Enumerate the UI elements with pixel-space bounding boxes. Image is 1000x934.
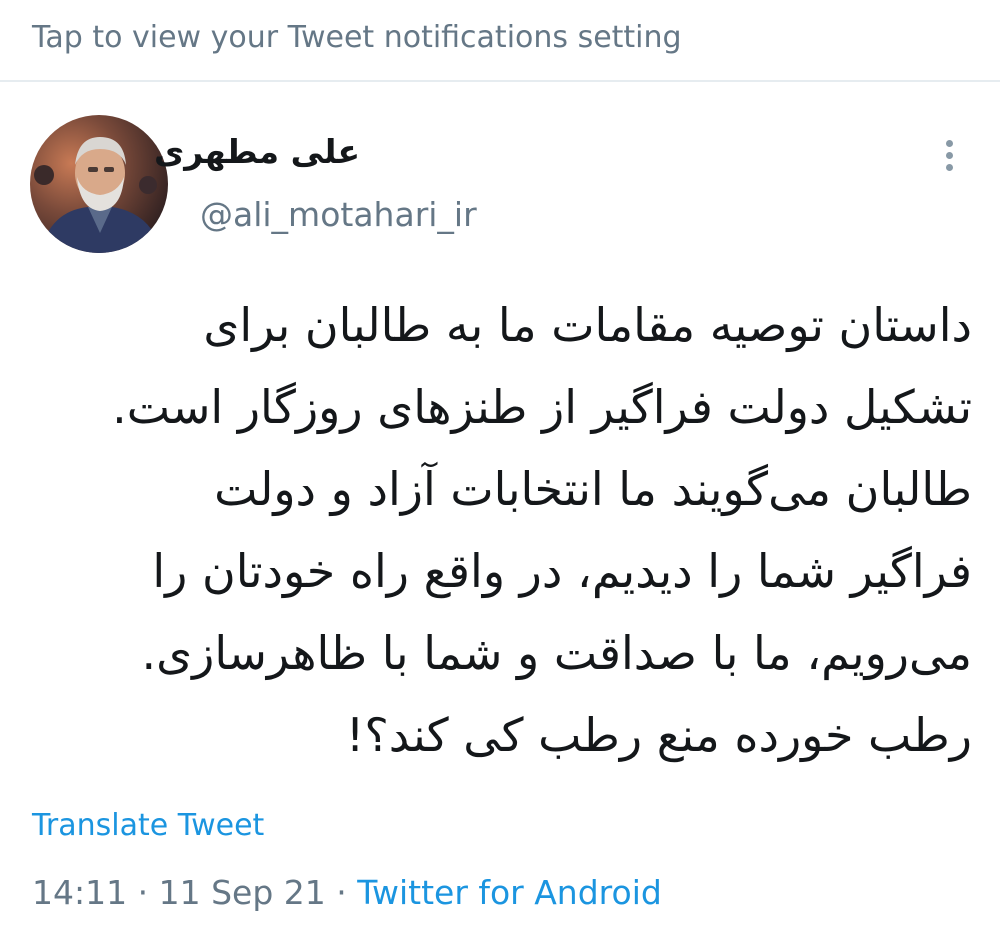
tweet-time: 14:11 [32,873,128,912]
author-handle[interactable]: @ali_motahari_ir [200,195,477,234]
tweet-metadata: 14:11 · 11 Sep 21 · Twitter for Android [32,873,662,912]
notification-settings-text[interactable]: Tap to view your Tweet notifications set… [32,20,682,55]
tweet-text-line: طالبان می‌گویند ما انتخابات آزاد و دولت [214,462,972,516]
tweet-date: 11 Sep 21 [158,873,326,912]
tweet-text-line: تشکیل دولت فراگیر از طنزهای روزگار است. [112,380,972,434]
more-options-icon[interactable] [930,136,970,176]
profile-photo-icon [30,115,168,253]
author-display-name[interactable]: علی مطهری [154,132,360,171]
tweet-text-line: می‌رویم، ما با صداقت و شما با ظاهرسازی. [141,626,973,680]
tweet-text-line: رطب خورده منع رطب کی کند؟! [345,708,972,762]
meta-separator: · [137,873,149,912]
tweet-source-link[interactable]: Twitter for Android [357,873,662,912]
meta-separator: · [336,873,347,912]
tweet-text-line: داستان توصیه مقامات ما به طالبان برای [203,298,972,352]
avatar[interactable] [30,115,168,253]
notification-settings-banner[interactable]: Tap to view your Tweet notifications set… [0,0,1000,82]
tweet-text-line: فراگیر شما را دیدیم، در واقع راه خودتان … [152,544,972,598]
translate-tweet-link[interactable]: Translate Tweet [32,808,264,843]
tweet-text: داستان توصیه مقامات ما به طالبان برای تش… [28,284,972,776]
